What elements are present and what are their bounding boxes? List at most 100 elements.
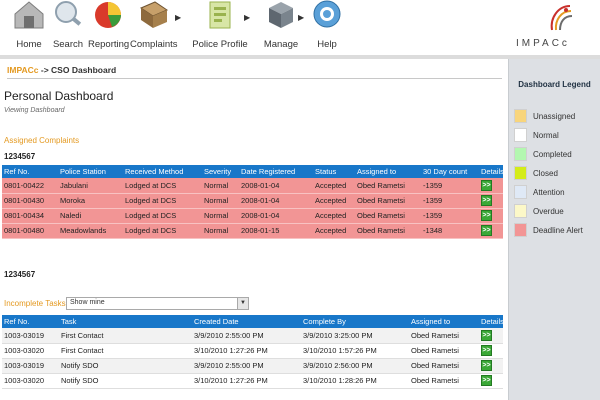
cell-assigned-to: Obed Rametsi <box>409 358 479 374</box>
nav-item-home[interactable]: Home <box>10 0 48 55</box>
cell-assigned-to: Obed Rametsi <box>355 178 421 194</box>
col-ref-no[interactable]: Ref No. <box>2 165 58 178</box>
manage-dropdown-arrow-icon[interactable]: ▶ <box>298 13 304 22</box>
col-30-day-count[interactable]: 30 Day count <box>421 165 479 178</box>
legend-swatch <box>514 109 527 123</box>
col-created-date[interactable]: Created Date <box>192 315 301 328</box>
cell-ref-no: 1003-03019 <box>2 328 59 344</box>
legend-swatch <box>514 147 527 161</box>
breadcrumb-root-link[interactable]: IMPACc <box>7 65 39 75</box>
cell-received-method: Lodged at DCS <box>123 223 202 239</box>
table-row[interactable]: 0801-00422 Jabulani Lodged at DCS Normal… <box>2 178 503 194</box>
cell-30-day-count: -1359 <box>421 193 479 209</box>
cell-task: First Contact <box>59 343 192 359</box>
cell-assigned-to: Obed Rametsi <box>355 223 421 239</box>
cell-created-date: 3/9/2010 2:55:00 PM <box>192 358 301 374</box>
nav-label-home: Home <box>16 39 42 50</box>
details-button[interactable]: >> <box>481 210 492 221</box>
table-row[interactable]: 1003-03020 Notify SDO 3/10/2010 1:27:26 … <box>2 373 503 389</box>
cell-details: >> <box>479 208 503 224</box>
col-task[interactable]: Task <box>59 315 192 328</box>
table-row[interactable]: 0801-00480 Meadowlands Lodged at DCS Nor… <box>2 223 503 239</box>
details-button[interactable]: >> <box>481 375 492 386</box>
cell-ref-no: 1003-03019 <box>2 358 59 374</box>
cell-complete-by: 3/10/2010 1:28:26 PM <box>301 373 409 389</box>
task-filter-select[interactable]: Show mine ▼ <box>66 297 249 310</box>
manage-icon <box>269 2 293 28</box>
col-status[interactable]: Status <box>313 165 355 178</box>
cell-ref-no: 0801-00422 <box>2 178 58 194</box>
nav-label-help: Help <box>317 39 337 50</box>
table-row[interactable]: 0801-00434 Naledi Lodged at DCS Normal 2… <box>2 208 503 224</box>
nav-item-help[interactable]: Help <box>310 0 344 55</box>
nav-item-police-profile[interactable]: Police Profile <box>192 0 248 55</box>
cell-status: Accepted <box>313 178 355 194</box>
details-button[interactable]: >> <box>481 225 492 236</box>
details-button[interactable]: >> <box>481 329 492 341</box>
cell-assigned-to: Obed Rametsi <box>409 328 479 344</box>
cell-police-station: Jabulani <box>58 178 123 194</box>
table-row[interactable]: 1003-03019 First Contact 3/9/2010 2:55:0… <box>2 328 503 344</box>
legend-swatch <box>514 166 527 180</box>
col-details: Details <box>479 165 503 178</box>
cell-assigned-to: Obed Rametsi <box>409 373 479 389</box>
cell-police-station: Naledi <box>58 208 123 224</box>
cell-date-registered: 2008-01-15 <box>239 223 313 239</box>
cell-date-registered: 2008-01-04 <box>239 178 313 194</box>
details-button[interactable]: >> <box>481 345 492 356</box>
nav-item-manage[interactable]: Manage <box>262 0 300 55</box>
nav-item-complaints[interactable]: Complaints <box>130 0 178 55</box>
details-button[interactable]: >> <box>481 179 492 191</box>
col-ref-no[interactable]: Ref No. <box>2 315 59 328</box>
table-row[interactable]: 1003-03020 First Contact 3/10/2010 1:27:… <box>2 343 503 359</box>
breadcrumb-current: CSO Dashboard <box>51 65 117 75</box>
nav-label-police-profile: Police Profile <box>192 39 248 50</box>
police-profile-dropdown-arrow-icon[interactable]: ▶ <box>244 13 250 22</box>
cell-details: >> <box>479 328 503 344</box>
col-received-method[interactable]: Received Method <box>123 165 202 178</box>
assigned-group-label: 1234567 <box>4 152 36 161</box>
col-date-registered[interactable]: Date Registered <box>239 165 313 178</box>
col-severity[interactable]: Severity <box>202 165 239 178</box>
page-title: Personal Dashboard <box>4 89 114 103</box>
details-button[interactable]: >> <box>481 195 492 206</box>
legend-swatch <box>514 223 527 237</box>
nav-label-search: Search <box>52 39 84 50</box>
brand-name: IMPACc <box>516 38 570 49</box>
incomplete-header-row: Ref No. Task Created Date Complete By As… <box>2 315 503 328</box>
col-assigned-to[interactable]: Assigned to <box>409 315 479 328</box>
chevron-down-icon[interactable]: ▼ <box>237 298 248 309</box>
cell-ref-no: 1003-03020 <box>2 373 59 389</box>
cell-status: Accepted <box>313 223 355 239</box>
complaints-dropdown-arrow-icon[interactable]: ▶ <box>175 13 181 22</box>
col-complete-by[interactable]: Complete By <box>301 315 409 328</box>
cell-details: >> <box>479 193 503 209</box>
col-police-station[interactable]: Police Station <box>58 165 123 178</box>
cell-status: Accepted <box>313 193 355 209</box>
brand-logo: IMPACc <box>510 0 600 55</box>
incomplete-tasks-table: Ref No. Task Created Date Complete By As… <box>2 315 503 389</box>
second-group-label: 1234567 <box>4 270 36 279</box>
legend-title: Dashboard Legend <box>518 80 591 89</box>
assigned-header-row: Ref No. Police Station Received Method S… <box>2 165 503 178</box>
nav-item-search[interactable]: Search <box>50 0 86 55</box>
nav-item-reporting[interactable]: Reporting <box>88 0 129 55</box>
assigned-complaints-table: Ref No. Police Station Received Method S… <box>2 165 503 239</box>
cell-ref-no: 0801-00430 <box>2 193 58 209</box>
nav-label-manage: Manage <box>263 39 299 50</box>
cell-task: First Contact <box>59 328 192 344</box>
cell-severity: Normal <box>202 223 239 239</box>
cell-created-date: 3/10/2010 1:27:26 PM <box>192 373 301 389</box>
police-profile-icon <box>209 1 231 29</box>
cell-details: >> <box>479 373 503 389</box>
table-row[interactable]: 0801-00430 Moroka Lodged at DCS Normal 2… <box>2 193 503 209</box>
cell-police-station: Moroka <box>58 193 123 209</box>
details-button[interactable]: >> <box>481 360 492 371</box>
nav-label-complaints: Complaints <box>130 39 178 50</box>
legend-label: Attention <box>533 188 565 197</box>
col-assigned-to[interactable]: Assigned to <box>355 165 421 178</box>
cell-ref-no: 1003-03020 <box>2 343 59 359</box>
cell-received-method: Lodged at DCS <box>123 208 202 224</box>
table-row[interactable]: 1003-03019 Notify SDO 3/9/2010 2:55:00 P… <box>2 358 503 374</box>
cell-severity: Normal <box>202 193 239 209</box>
